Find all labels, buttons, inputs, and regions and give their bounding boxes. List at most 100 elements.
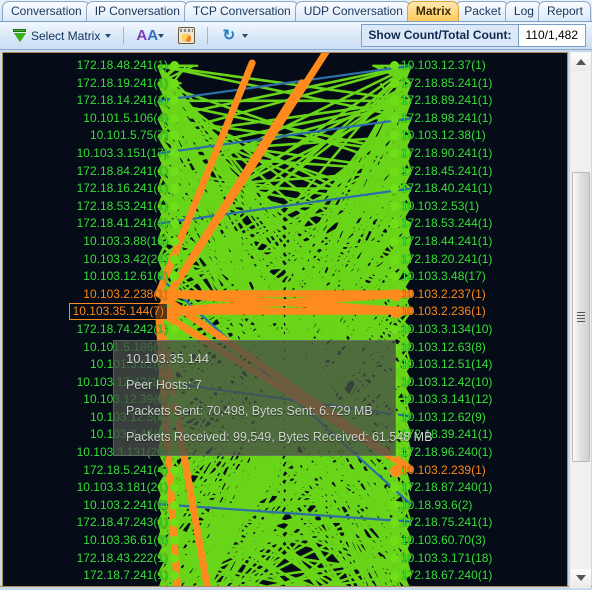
matrix-node-right[interactable]: 172.18.40.241(1): [390, 180, 567, 198]
matrix-node-dot-icon: [390, 553, 399, 563]
matrix-node-dot-icon: [170, 448, 179, 458]
matrix-node-left[interactable]: 172.18.53.241(1): [3, 198, 179, 216]
chevron-down-icon[interactable]: [158, 33, 165, 38]
matrix-node-left[interactable]: 172.18.84.241(1): [3, 163, 179, 181]
scroll-down-icon[interactable]: [571, 569, 591, 587]
matrix-node-right[interactable]: 10.103.12.62(9): [390, 409, 567, 427]
matrix-node-label: 10.103.3.42(24): [83, 251, 168, 266]
matrix-node-right[interactable]: 172.18.20.241(1): [390, 251, 567, 269]
matrix-node-left[interactable]: 10.103.12.43(10): [3, 374, 179, 392]
matrix-node-dot-icon: [170, 412, 179, 422]
matrix-node-left[interactable]: 172.18.47.243(1): [3, 514, 179, 532]
matrix-node-left[interactable]: 172.18.14.241(1): [3, 92, 179, 110]
matrix-node-right[interactable]: 172.18.53.244(1): [390, 215, 567, 233]
matrix-node-left[interactable]: 10.101.5.106(4): [3, 110, 179, 128]
matrix-node-right[interactable]: 10.103.2.53(1): [390, 198, 567, 216]
matrix-node-right[interactable]: 172.18.39.241(1): [390, 426, 567, 444]
tab-label: UDP Conversation: [303, 4, 403, 18]
matrix-node-left[interactable]: 10.101.5.186(4): [3, 339, 179, 357]
matrix-node-left[interactable]: 10.103.12.39(1): [3, 391, 179, 409]
tab-ip-conversation[interactable]: IP Conversation: [85, 1, 188, 21]
matrix-node-right[interactable]: 10.103.2.239(1): [390, 462, 567, 480]
scroll-up-icon[interactable]: [571, 53, 591, 71]
matrix-node-dot-icon: [170, 166, 179, 176]
matrix-node-right[interactable]: 172.18.75.241(1): [390, 514, 567, 532]
matrix-node-left[interactable]: 10.103.3.131(26): [3, 444, 179, 462]
matrix-node-left[interactable]: 172.18.74.242(1): [3, 321, 179, 339]
tab-log[interactable]: Log: [504, 1, 542, 21]
show-count-box: Show Count/Total Count: 110/1,482: [361, 24, 586, 47]
matrix-node-right[interactable]: 10.103.3.171(18): [390, 550, 567, 568]
matrix-node-left[interactable]: 172.18.43.222(1): [3, 550, 179, 568]
tab-tcp-conversation[interactable]: TCP Conversation: [183, 1, 299, 21]
matrix-node-right[interactable]: 10.103.12.63(8): [390, 339, 567, 357]
matrix-node-right[interactable]: 10.103.12.51(14): [390, 356, 567, 374]
matrix-node-right[interactable]: 10.103.12.38(1): [390, 127, 567, 145]
matrix-node-dot-icon: [170, 61, 179, 70]
matrix-node-label: 172.18.98.241(1): [401, 110, 493, 125]
matrix-node-label: 10.103.2.53(1): [401, 198, 480, 213]
matrix-node-left[interactable]: 10.103.12.5(3): [3, 409, 179, 427]
matrix-node-left[interactable]: 10.103.12.61(8): [3, 268, 179, 286]
chevron-down-icon[interactable]: [242, 33, 249, 38]
matrix-node-left[interactable]: 172.18.7.241(1): [3, 567, 179, 585]
matrix-node-right[interactable]: 10.18.93.6(2): [390, 497, 567, 515]
matrix-node-right[interactable]: 172.18.45.241(1): [390, 163, 567, 181]
matrix-node-left[interactable]: 10.103.2.238(1): [3, 286, 179, 304]
matrix-node-label: 172.18.39.241(1): [401, 427, 493, 442]
matrix-node-left[interactable]: 10.103.3.151(17): [3, 145, 179, 163]
matrix-node-label: 10.103.3.88(15): [83, 233, 168, 248]
matrix-node-right[interactable]: 10.103.3.134(10): [390, 321, 567, 339]
color-palette-button[interactable]: [173, 25, 200, 47]
matrix-node-right[interactable]: 172.18.96.240(1): [390, 444, 567, 462]
matrix-node-left[interactable]: 10.103.36.61(3): [3, 532, 179, 550]
matrix-node-label: 172.18.47.243(1): [76, 515, 168, 530]
tab-conversation[interactable]: Conversation: [2, 1, 90, 21]
matrix-node-left[interactable]: 10.103.2.241(2): [3, 497, 179, 515]
matrix-node-left[interactable]: 10.103.3.42(24): [3, 251, 179, 269]
matrix-node-left[interactable]: 172.18.41.241(1): [3, 215, 179, 233]
scrollbar-thumb[interactable]: [572, 172, 590, 462]
matrix-node-right[interactable]: 10.103.12.37(1): [390, 57, 567, 75]
matrix-node-dot-icon: [390, 254, 399, 264]
matrix-node-left[interactable]: 10.103.3.181(21): [3, 479, 179, 497]
chevron-down-icon[interactable]: [105, 33, 112, 38]
matrix-node-right[interactable]: 172.18.98.241(1): [390, 110, 567, 128]
matrix-node-left[interactable]: 10.101.5.82(1): [3, 356, 179, 374]
tab-report[interactable]: Report: [537, 1, 591, 21]
matrix-node-right[interactable]: 10.103.2.236(1): [390, 303, 567, 321]
matrix-node-label: 10.103.3.134(10): [401, 321, 493, 336]
matrix-node-dot-icon: [170, 342, 179, 352]
scroll-thumb-grip-icon: [577, 312, 585, 322]
refresh-button[interactable]: ↻: [215, 25, 253, 47]
matrix-node-label: 10.101.5.186(4): [83, 339, 168, 354]
matrix-node-left[interactable]: 172.18.16.241(1): [3, 180, 179, 198]
matrix-node-left[interactable]: 172.18.19.241(1): [3, 75, 179, 93]
matrix-node-dot-icon: [170, 148, 179, 158]
matrix-node-left[interactable]: 172.18.48.241(1): [3, 57, 179, 75]
matrix-node-right[interactable]: 172.18.89.241(1): [390, 92, 567, 110]
matrix-node-right[interactable]: 10.103.12.42(10): [390, 374, 567, 392]
tab-packet[interactable]: Packet: [455, 1, 509, 21]
matrix-node-right[interactable]: 172.18.44.241(1): [390, 233, 567, 251]
tab-udp-conversation[interactable]: UDP Conversation: [294, 1, 411, 21]
matrix-node-left[interactable]: 10.103.3.46(1): [3, 426, 179, 444]
matrix-node-right[interactable]: 10.103.60.70(3): [390, 532, 567, 550]
matrix-node-left[interactable]: 10.103.35.144(7): [3, 303, 182, 321]
matrix-node-right[interactable]: 172.18.87.240(1): [390, 479, 567, 497]
matrix-node-right[interactable]: 10.103.3.141(12): [390, 391, 567, 409]
matrix-node-left[interactable]: 10.103.3.88(15): [3, 233, 179, 251]
vertical-scrollbar[interactable]: [569, 52, 591, 588]
font-style-button[interactable]: AA: [131, 25, 169, 47]
matrix-node-right[interactable]: 172.18.67.240(1): [390, 567, 567, 585]
matrix-node-right[interactable]: 10.103.3.48(17): [390, 268, 567, 286]
matrix-node-left[interactable]: 172.18.5.241(4): [3, 462, 179, 480]
matrix-canvas[interactable]: 172.18.48.241(1) 172.18.19.241(1) 172.18.1…: [2, 52, 568, 588]
tab-matrix[interactable]: Matrix: [406, 1, 460, 21]
matrix-node-right[interactable]: 172.18.90.241(1): [390, 145, 567, 163]
select-matrix-button[interactable]: Select Matrix: [6, 25, 116, 47]
matrix-node-left[interactable]: 10.101.5.75(7): [3, 127, 179, 145]
toolbar: Select Matrix AA ↻ Show Count/Total Coun…: [0, 22, 592, 50]
matrix-node-right[interactable]: 172.18.85.241(1): [390, 75, 567, 93]
matrix-node-right[interactable]: 10.103.2.237(1): [390, 286, 567, 304]
